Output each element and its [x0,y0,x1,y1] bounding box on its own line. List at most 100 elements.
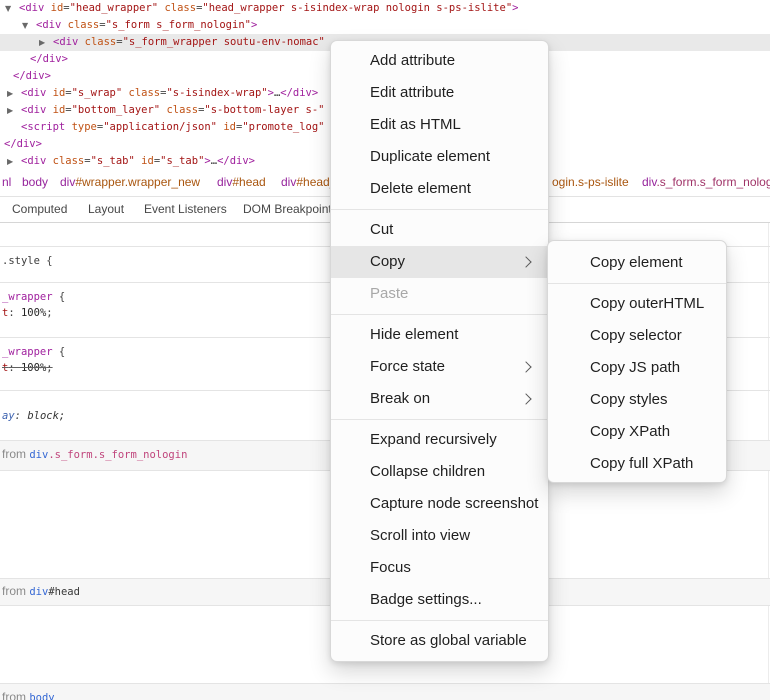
css-rule-line[interactable]: t: 100%; [2,307,53,319]
breadcrumb-item[interactable]: ogin.s-ps-islite [552,175,629,189]
syntax-token-attr: class [164,2,196,14]
syntax-token-pval: 100% [21,362,46,374]
syntax-token-sel: _wrapper [2,346,53,358]
syntax-token-val: "s-isindex-wrap" [166,87,267,99]
menu-item-copy-selector[interactable]: Copy selector [548,320,726,352]
dom-tree-row[interactable]: ▼ <div class="s_form s_form_nologin"> [0,17,770,34]
menu-item-copy-styles[interactable]: Copy styles [548,384,726,416]
syntax-token-tag: <script [21,121,65,133]
menu-item-copy-full-xpath[interactable]: Copy full XPath [548,448,726,480]
menu-item-force-state[interactable]: Force state [331,351,548,383]
breadcrumb-item[interactable]: nl [2,175,11,189]
syntax-token-attr: class [129,87,161,99]
css-rule-line[interactable]: _wrapper { [2,346,65,358]
breadcrumb-item[interactable]: div#head [217,175,266,189]
menu-item-store-as-global-variable[interactable]: Store as global variable [331,625,548,657]
menu-item-label: Copy outerHTML [590,295,704,312]
syntax-token-h-blue: div [29,449,48,461]
syntax-token-b-suf: ogin.s-ps-islite [552,175,629,189]
menu-item-delete-element[interactable]: Delete element [331,173,548,205]
inherited-from-header: from body [0,684,770,700]
syntax-token-tag: <div [21,155,46,167]
menu-item-edit-attribute[interactable]: Edit attribute [331,77,548,109]
dom-node-markup: <div class="s_tab" id="s_tab">…</div> [21,155,255,167]
inherited-node-link[interactable]: div.s_form.s_form_nologin [29,449,187,461]
menu-item-cut[interactable]: Cut [331,214,548,246]
tab-dom-breakpoints[interactable]: DOM Breakpoints [243,197,338,222]
menu-item-label: Copy XPath [590,423,670,440]
syntax-token-brace: { [40,255,53,267]
syntax-token-attr: id [141,155,154,167]
menu-item-scroll-into-view[interactable]: Scroll into view [331,520,548,552]
syntax-token-tag: </div> [280,87,318,99]
menu-item-break-on[interactable]: Break on [331,383,548,415]
menu-item-label: Copy selector [590,327,682,344]
expand-arrow-icon[interactable]: ▶ [7,157,13,166]
menu-item-copy-xpath[interactable]: Copy XPath [548,416,726,448]
dom-node-markup: <div class="s_form s_form_nologin"> [36,19,257,31]
menu-separator [331,620,548,621]
tab-event-listeners[interactable]: Event Listeners [144,197,227,222]
syntax-token-attr: id [53,87,66,99]
syntax-token-b-suf: #wrapper.wrapper_new [75,175,200,189]
dom-node-markup: <div id="s_wrap" class="s-isindex-wrap">… [21,87,318,99]
syntax-token-brace: : [8,362,21,374]
menu-item-capture-node-screenshot[interactable]: Capture node screenshot [331,488,548,520]
breadcrumb-item[interactable]: div.s_form.s_form_nologin [642,175,770,189]
syntax-token-h-pink: .s_form.s_form_nologin [48,449,187,461]
collapse-arrow-icon[interactable]: ▼ [5,4,11,13]
menu-item-label: Badge settings... [370,591,482,608]
css-rule-line[interactable]: t: 100%; [2,362,53,374]
css-rule-line[interactable]: .style { [2,255,53,267]
syntax-token-b-tag: div [642,175,656,189]
breadcrumb-item-wrap: div.s_form.s_form_nologin [642,170,770,195]
inherited-from-label: from [2,584,29,598]
copy-submenu: Copy element Copy outerHTML Copy selector C… [547,240,727,483]
inherited-node-link[interactable]: body [29,692,54,700]
breadcrumb-item-wrap: div#head [217,170,266,195]
breadcrumb-item[interactable]: body [22,175,48,189]
menu-item-expand-recursively[interactable]: Expand recursively [331,424,548,456]
syntax-token-val: "s_tab" [91,155,135,167]
dom-tree-row[interactable]: ▼ <div id="head_wrapper" class="head_wrap… [0,0,770,17]
menu-item-copy-outerhtml[interactable]: Copy outerHTML [548,288,726,320]
inherited-node-link[interactable]: div#head [29,586,80,598]
css-rule-line[interactable]: _wrapper { [2,291,65,303]
menu-item-badge-settings[interactable]: Badge settings... [331,584,548,616]
menu-item-edit-as-html[interactable]: Edit as HTML [331,109,548,141]
menu-item-label: Copy styles [590,391,668,408]
breadcrumb-item[interactable]: div#head_wrapper.head_wrapper.s-isindex-… [281,175,331,189]
menu-item-hide-element[interactable]: Hide element [331,319,548,351]
menu-item-duplicate-element[interactable]: Duplicate element [331,141,548,173]
menu-item-label: Edit attribute [370,84,454,101]
tab-computed[interactable]: Computed [12,197,67,222]
dom-node-markup: <div id="head_wrapper" class="head_wrapp… [19,2,518,14]
syntax-token-h-blue: div [29,586,48,598]
menu-item-label: Focus [370,559,411,576]
expand-arrow-icon[interactable]: ▶ [7,106,13,115]
syntax-token-tag: > [251,19,257,31]
menu-item-copy-js-path[interactable]: Copy JS path [548,352,726,384]
menu-item-add-attribute[interactable]: Add attribute [331,45,548,77]
menu-separator [331,209,548,210]
syntax-token-val: "head_wrapper s-isindex-wrap nologin s-p… [202,2,512,14]
dom-node-markup: <script type="application/json" id="prom… [21,121,325,133]
expand-arrow-icon[interactable]: ▶ [39,38,45,47]
menu-item-copy[interactable]: Copy [331,246,548,278]
expand-arrow-icon[interactable]: ▶ [7,89,13,98]
syntax-token-attr: id [53,104,66,116]
syntax-token-ibrace: : [15,410,28,422]
syntax-token-attr: class [85,36,117,48]
collapse-arrow-icon[interactable]: ▼ [22,21,28,30]
breadcrumb-item[interactable]: div#wrapper.wrapper_new [60,175,200,189]
menu-item-label: Hide element [370,326,458,343]
dom-node-markup: </div> [4,138,42,150]
syntax-token-brace: { [53,346,66,358]
menu-item-collapse-children[interactable]: Collapse children [331,456,548,488]
menu-item-label: Paste [370,285,408,302]
menu-item-focus[interactable]: Focus [331,552,548,584]
menu-item-copy-element[interactable]: Copy element [548,247,726,279]
css-rule-line[interactable]: ay: block; [2,410,65,422]
breadcrumb-item-wrap: ogin.s-ps-islite [552,170,629,195]
tab-layout[interactable]: Layout [88,197,124,222]
